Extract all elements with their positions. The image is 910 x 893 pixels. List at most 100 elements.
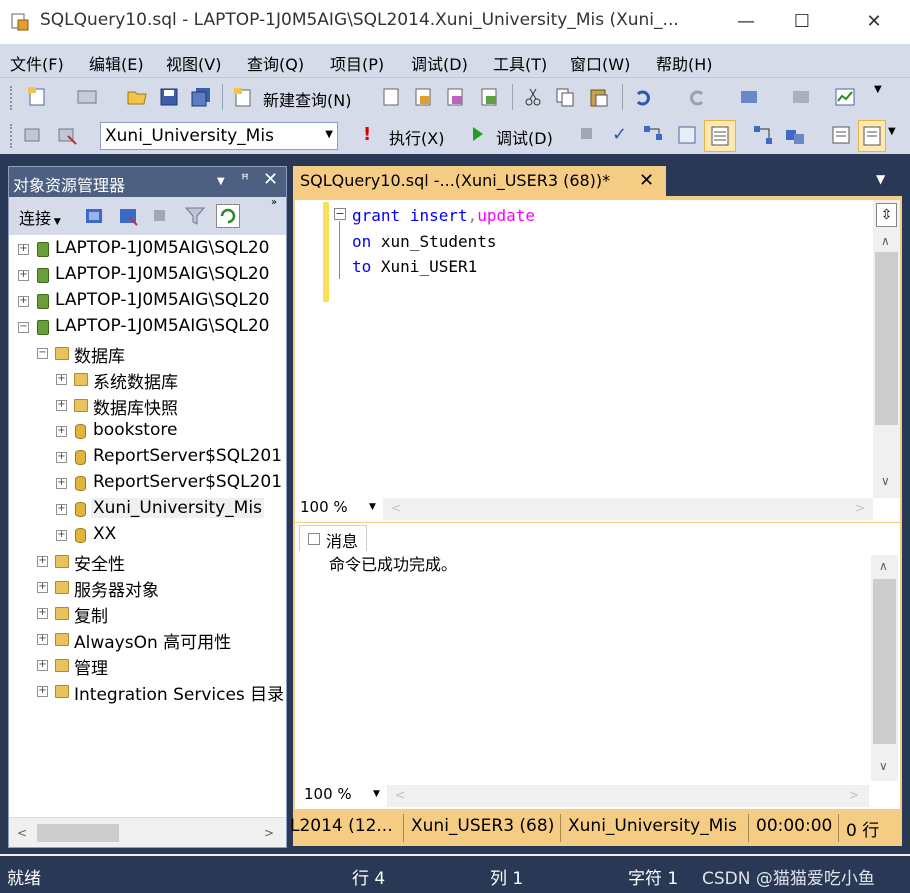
object-explorer-horizontal-scrollbar[interactable]: < > xyxy=(9,817,286,847)
scroll-right-icon[interactable]: > xyxy=(264,826,274,840)
include-actual-plan-icon[interactable] xyxy=(752,124,774,146)
expand-icon[interactable]: + xyxy=(56,426,67,437)
menu-debug[interactable]: 调试(D) xyxy=(411,51,468,75)
expand-icon[interactable]: + xyxy=(56,504,67,515)
expand-icon[interactable]: + xyxy=(56,478,67,489)
execute-button[interactable]: 执行(X) xyxy=(389,125,444,149)
toolbar-grip[interactable] xyxy=(10,124,14,148)
scroll-down-icon[interactable]: ∨ xyxy=(879,759,888,773)
maximize-button[interactable]: ☐ xyxy=(774,0,830,44)
undo-icon[interactable] xyxy=(632,86,654,108)
xmla-query-icon[interactable] xyxy=(478,86,500,108)
stop-icon[interactable] xyxy=(154,210,165,221)
tab-sqlquery10[interactable]: SQLQuery10.sql -...(Xuni_USER3 (68))* ✕ xyxy=(293,166,666,196)
tab-messages[interactable]: 消息 xyxy=(299,525,367,551)
panel-options-icon[interactable]: ▼ xyxy=(217,176,225,187)
new-project-icon[interactable] xyxy=(26,86,48,108)
scroll-right-icon[interactable]: > xyxy=(855,501,865,515)
navigate-forward-icon[interactable] xyxy=(790,86,812,108)
expand-icon[interactable]: + xyxy=(37,556,48,567)
navigate-backward-icon[interactable] xyxy=(738,86,760,108)
client-statistics-icon[interactable] xyxy=(784,124,806,146)
redo-icon[interactable] xyxy=(686,86,708,108)
outline-collapse-icon[interactable]: − xyxy=(334,208,346,220)
change-connection-icon[interactable] xyxy=(56,124,78,146)
editor-horizontal-scrollbar[interactable]: < > xyxy=(383,498,873,520)
expand-icon[interactable]: + xyxy=(18,296,29,307)
expand-icon[interactable]: + xyxy=(18,270,29,281)
save-all-icon[interactable] xyxy=(190,86,212,108)
scroll-up-icon[interactable]: ∧ xyxy=(879,559,888,573)
close-panel-icon[interactable]: ✕ xyxy=(263,169,278,190)
editor-vertical-scrollbar[interactable]: ⇳ ∧ ∨ xyxy=(873,200,900,498)
editor-zoom-dropdown[interactable]: 100 % ▼ xyxy=(297,498,383,518)
query-options-icon[interactable] xyxy=(676,124,698,146)
analysis-services-mdx-icon[interactable] xyxy=(412,86,434,108)
menu-project[interactable]: 项目(P) xyxy=(330,51,384,75)
new-query-icon[interactable] xyxy=(232,86,254,108)
menu-view[interactable]: 视图(V) xyxy=(166,51,221,75)
open-folder-icon[interactable] xyxy=(126,86,148,108)
results-horizontal-scrollbar[interactable]: < > xyxy=(387,785,869,807)
execute-icon[interactable]: ! xyxy=(363,124,371,145)
results-vertical-scrollbar[interactable]: ∧ ∨ xyxy=(871,555,898,781)
results-to-text-icon[interactable] xyxy=(830,124,852,146)
toolbar-overflow-icon[interactable]: » xyxy=(271,197,277,208)
close-window-button[interactable]: ✕ xyxy=(846,0,902,44)
scroll-left-icon[interactable]: < xyxy=(17,826,27,840)
scrollbar-thumb[interactable] xyxy=(37,824,119,842)
database-engine-query-icon[interactable] xyxy=(380,86,402,108)
activity-monitor-icon[interactable] xyxy=(834,86,856,108)
expand-icon[interactable]: + xyxy=(37,582,48,593)
results-to-file-toggle[interactable] xyxy=(858,120,886,152)
display-estimated-plan-icon[interactable] xyxy=(642,124,664,146)
results-zoom-dropdown[interactable]: 100 % ▼ xyxy=(301,785,387,805)
toolbar-overflow-icon[interactable]: ▼ xyxy=(888,126,896,137)
cancel-query-icon[interactable] xyxy=(581,128,592,139)
connect-server-icon[interactable] xyxy=(83,205,105,231)
toolbar-grip[interactable] xyxy=(10,86,14,110)
split-view-icon[interactable]: ⇳ xyxy=(876,203,897,227)
scroll-right-icon[interactable]: > xyxy=(849,788,859,802)
expand-icon[interactable]: + xyxy=(56,374,67,385)
scroll-up-icon[interactable]: ∧ xyxy=(881,234,890,248)
analysis-services-dmx-icon[interactable] xyxy=(444,86,466,108)
scrollbar-thumb[interactable] xyxy=(873,579,896,744)
menu-help[interactable]: 帮助(H) xyxy=(656,51,713,75)
expand-icon[interactable]: + xyxy=(18,244,29,255)
menu-window[interactable]: 窗口(W) xyxy=(570,51,630,75)
results-to-grid-toggle[interactable] xyxy=(704,120,736,152)
disconnect-icon[interactable] xyxy=(117,205,139,231)
menu-edit[interactable]: 编辑(E) xyxy=(89,51,144,75)
menu-file[interactable]: 文件(F) xyxy=(10,51,64,75)
available-databases-dropdown[interactable]: Xuni_University_Mis ▼ xyxy=(100,122,338,150)
debug-button[interactable]: 调试(D) xyxy=(496,125,553,149)
new-query-button[interactable]: 新建查询(N) xyxy=(263,87,351,111)
expand-icon[interactable]: + xyxy=(37,686,48,697)
scroll-down-icon[interactable]: ∨ xyxy=(881,474,890,488)
cut-icon[interactable] xyxy=(522,86,544,108)
pin-icon[interactable]: ꟸ xyxy=(241,172,249,188)
minimize-button[interactable]: — xyxy=(718,0,774,44)
expand-icon[interactable]: + xyxy=(56,530,67,541)
scrollbar-thumb[interactable] xyxy=(875,252,898,425)
copy-icon[interactable] xyxy=(554,86,576,108)
scroll-left-icon[interactable]: < xyxy=(391,501,401,515)
debug-icon[interactable] xyxy=(473,127,483,141)
expand-icon[interactable]: + xyxy=(56,400,67,411)
filter-icon[interactable] xyxy=(184,205,206,231)
parse-check-icon[interactable]: ✓ xyxy=(612,124,627,145)
add-item-icon[interactable] xyxy=(76,86,98,108)
expand-icon[interactable]: + xyxy=(37,660,48,671)
collapse-icon[interactable]: − xyxy=(18,322,29,333)
menu-tools[interactable]: 工具(T) xyxy=(493,51,547,75)
sql-editor[interactable]: − grant insert,update on xun_Students to… xyxy=(295,200,900,522)
expand-icon[interactable]: + xyxy=(37,634,48,645)
paste-icon[interactable] xyxy=(588,86,610,108)
scroll-left-icon[interactable]: < xyxy=(395,788,405,802)
save-icon[interactable] xyxy=(158,86,180,108)
connect-dropdown-button[interactable]: 连接 ▼ xyxy=(19,205,61,229)
collapse-icon[interactable]: − xyxy=(37,348,48,359)
close-tab-icon[interactable]: ✕ xyxy=(639,170,654,191)
toolbar-overflow-icon[interactable]: ▼ xyxy=(874,84,882,95)
